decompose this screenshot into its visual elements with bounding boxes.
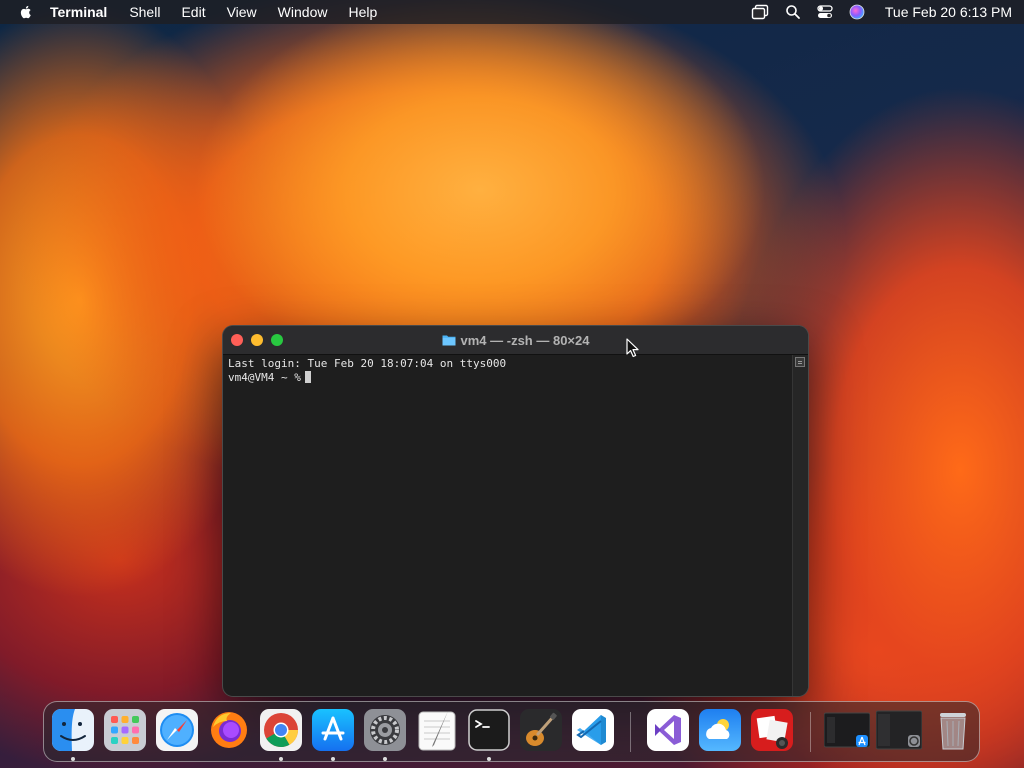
settings-gear-icon — [364, 709, 406, 751]
text-cursor — [304, 371, 311, 383]
textedit-icon — [418, 711, 456, 751]
dock-terminal[interactable] — [468, 709, 510, 751]
dock-minimized-app-store[interactable] — [824, 709, 870, 751]
garageband-guitar-icon — [520, 709, 562, 751]
menu-bar: Terminal Shell Edit View Window Help Tue… — [0, 0, 1024, 24]
dock-firefox[interactable] — [208, 709, 250, 751]
menu-shell[interactable]: Shell — [129, 0, 160, 24]
menu-edit[interactable]: Edit — [181, 0, 205, 24]
control-center-icon[interactable] — [817, 4, 833, 20]
mouse-pointer-icon — [626, 338, 639, 358]
menu-window[interactable]: Window — [278, 0, 328, 24]
running-indicator — [71, 757, 75, 761]
minimized-window-icon — [876, 710, 922, 750]
dock-weather[interactable] — [699, 709, 741, 751]
dock-separator — [810, 712, 811, 752]
dock-separator — [630, 712, 631, 752]
window-stack-icon[interactable] — [751, 4, 769, 20]
dock-minimized-settings[interactable] — [876, 709, 922, 751]
window-title: vm4 — -zsh — 80×24 — [223, 326, 808, 354]
dock — [43, 701, 980, 762]
dock-chrome[interactable] — [260, 709, 302, 751]
launchpad-icon — [104, 709, 146, 751]
scrollbar[interactable] — [792, 355, 808, 696]
minimized-window-icon — [824, 712, 870, 748]
dock-finder[interactable] — [52, 709, 94, 751]
terminal-icon — [468, 709, 510, 751]
menu-view[interactable]: View — [227, 0, 257, 24]
dock-safari[interactable] — [156, 709, 198, 751]
siri-icon[interactable] — [849, 4, 865, 20]
vscode-icon — [572, 709, 614, 751]
dock-visual-studio[interactable] — [647, 709, 689, 751]
terminal-output[interactable]: Last login: Tue Feb 20 18:07:04 on ttys0… — [223, 355, 793, 696]
photo-booth-icon — [751, 709, 793, 751]
running-indicator — [331, 757, 335, 761]
finder-icon — [52, 709, 94, 751]
apple-icon[interactable] — [18, 4, 34, 20]
window-title-text: vm4 — -zsh — 80×24 — [460, 332, 590, 348]
dock-trash[interactable] — [932, 709, 974, 751]
window-titlebar[interactable]: vm4 — -zsh — 80×24 — [223, 326, 808, 355]
dock-app-store[interactable] — [312, 709, 354, 751]
dock-system-settings[interactable] — [364, 709, 406, 751]
app-store-icon — [312, 709, 354, 751]
terminal-line: Last login: Tue Feb 20 18:07:04 on ttys0… — [228, 357, 507, 370]
running-indicator — [383, 757, 387, 761]
menu-app-name[interactable]: Terminal — [50, 0, 107, 24]
terminal-prompt-line: vm4@VM4 ~ % — [228, 371, 788, 385]
firefox-icon — [211, 712, 247, 748]
folder-icon — [442, 335, 455, 346]
search-icon[interactable] — [785, 4, 801, 20]
shell-prompt: vm4@VM4 ~ % — [228, 371, 301, 384]
dock-launchpad[interactable] — [104, 709, 146, 751]
status-area: Tue Feb 20 6:13 PM — [751, 4, 1012, 20]
visual-studio-icon — [647, 709, 689, 751]
running-indicator — [487, 757, 491, 761]
menu-help[interactable]: Help — [348, 0, 377, 24]
running-indicator — [279, 757, 283, 761]
trash-icon — [940, 713, 966, 750]
split-pane-icon[interactable] — [795, 357, 805, 367]
terminal-window: vm4 — -zsh — 80×24 Last login: Tue Feb 2… — [223, 326, 808, 696]
safari-icon — [156, 709, 198, 751]
weather-cloud-icon — [699, 709, 741, 751]
dock-textedit[interactable] — [416, 709, 458, 751]
dock-garageband[interactable] — [520, 709, 562, 751]
dock-photo-booth[interactable] — [751, 709, 793, 751]
clock[interactable]: Tue Feb 20 6:13 PM — [885, 4, 1012, 20]
dock-vscode[interactable] — [572, 709, 614, 751]
chrome-icon — [260, 709, 302, 751]
